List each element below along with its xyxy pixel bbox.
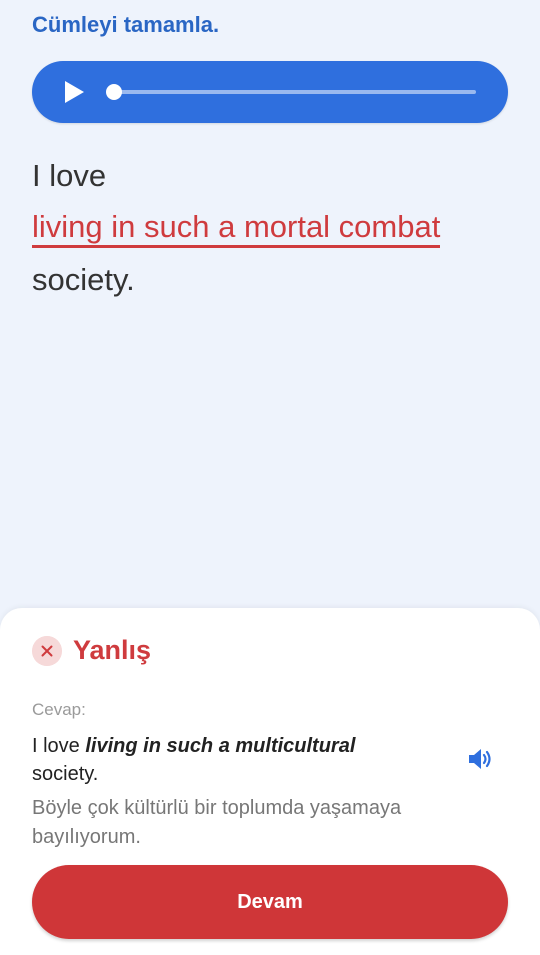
page-title: Cümleyi tamamla. bbox=[32, 12, 220, 37]
audio-player bbox=[32, 61, 508, 123]
speaker-icon[interactable] bbox=[466, 746, 494, 772]
feedback-sheet: Yanlış Cevap: I love living in such a mu… bbox=[0, 608, 540, 955]
sentence-suffix: society. bbox=[32, 262, 135, 297]
sentence: I love living in such a mortal combat so… bbox=[32, 150, 512, 305]
correct-answer-suffix: society. bbox=[32, 763, 99, 785]
audio-progress-track[interactable] bbox=[106, 84, 476, 100]
close-icon bbox=[32, 636, 62, 666]
correct-answer-highlight: living in such a multicultural bbox=[85, 735, 356, 757]
correct-answer-prefix: I love bbox=[32, 735, 86, 757]
continue-button[interactable]: Devam bbox=[32, 865, 508, 939]
correct-answer-text: I love living in such a multicultural so… bbox=[32, 732, 412, 788]
play-icon[interactable] bbox=[60, 78, 88, 106]
answer-caption: Cevap: bbox=[32, 700, 86, 719]
translation-text: Böyle çok kültürlü bir toplumda yaşamaya… bbox=[32, 797, 402, 848]
sentence-prefix: I love bbox=[32, 158, 107, 193]
result-status: Yanlış bbox=[73, 635, 152, 665]
audio-progress-knob[interactable] bbox=[106, 84, 122, 100]
user-answer: living in such a mortal combat bbox=[32, 209, 441, 248]
